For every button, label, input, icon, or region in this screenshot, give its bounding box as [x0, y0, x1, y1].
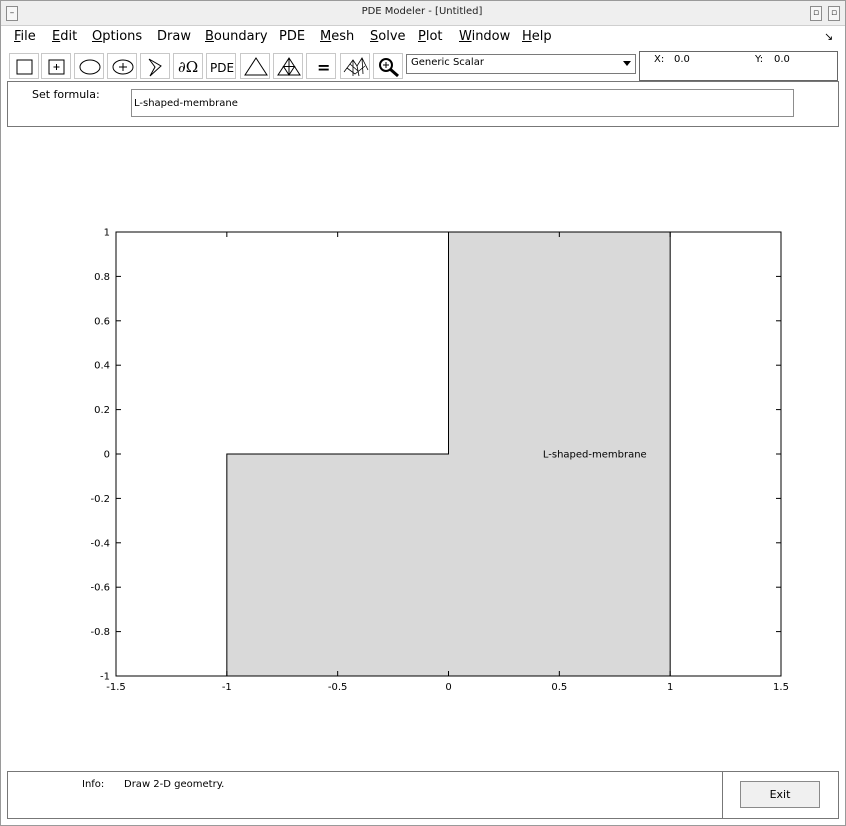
x-tick-label: 1 [667, 682, 673, 693]
y-tick-label: 0.2 [94, 405, 110, 416]
y-tick-label: -1 [100, 672, 110, 683]
shape-label: L-shaped-membrane [543, 450, 647, 461]
y-tick-label: -0.6 [90, 583, 110, 594]
y-tick-label: 1 [104, 228, 110, 239]
y-tick-label: -0.2 [90, 494, 110, 505]
x-tick-label: 1.5 [773, 682, 789, 693]
x-tick-label: -1 [222, 682, 232, 693]
info-text: Draw 2-D geometry. [124, 779, 225, 790]
exit-button[interactable]: Exit [740, 781, 820, 808]
y-tick-label: -0.4 [90, 538, 110, 549]
y-tick-label: 0.8 [94, 272, 110, 283]
x-tick-label: -0.5 [328, 682, 348, 693]
info-panel [7, 771, 723, 819]
x-tick-label: 0.5 [551, 682, 567, 693]
info-label: Info: [82, 779, 105, 790]
geometry-axes[interactable]: -1.5 -1 -0.5 0 0.5 1 1.510.80.60.40.20-0.2-0.4… [0, 0, 846, 770]
y-tick-label: 0.4 [94, 361, 110, 372]
y-tick-label: 0.6 [94, 316, 110, 327]
x-tick-label: -1.5 [106, 682, 126, 693]
y-tick-label: 0 [104, 450, 110, 461]
x-tick-label: 0 [445, 682, 451, 693]
y-tick-label: -0.8 [90, 627, 110, 638]
